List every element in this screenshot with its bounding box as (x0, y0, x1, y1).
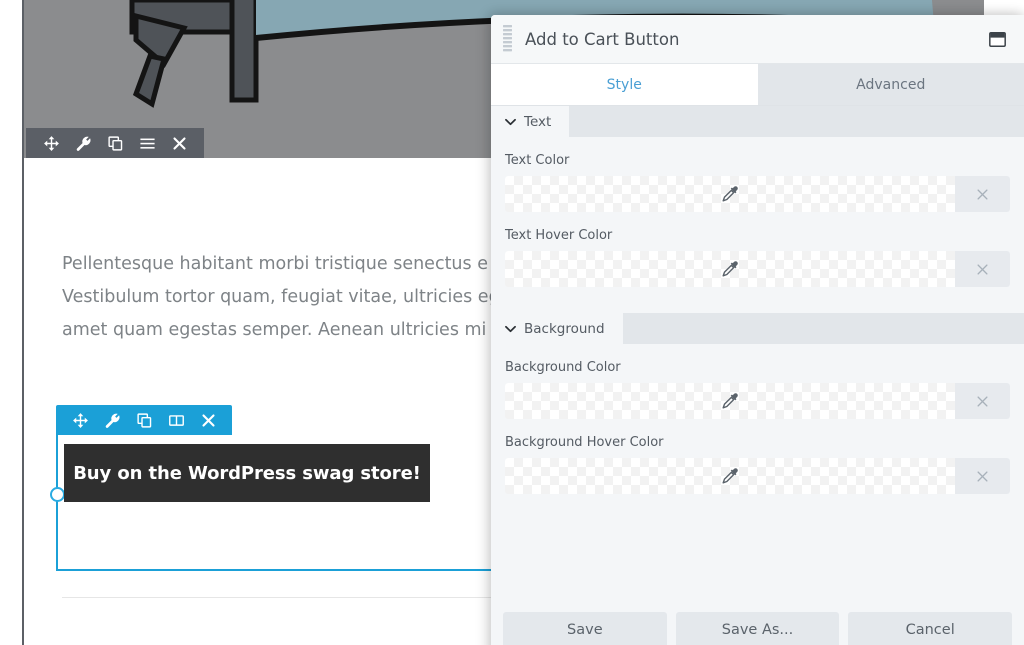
color-swatch[interactable] (505, 458, 955, 494)
move-icon[interactable] (64, 405, 96, 435)
section-tab-text[interactable]: Text (491, 106, 569, 137)
clear-x-icon[interactable] (955, 383, 1010, 419)
move-icon[interactable] (35, 128, 67, 158)
modal-body: Text Text Color (491, 106, 1024, 600)
section-title-background: Background (524, 321, 605, 337)
color-swatch[interactable] (505, 383, 955, 419)
field-label-text-color: Text Color (505, 153, 1010, 168)
close-icon[interactable] (163, 128, 195, 158)
settings-modal: Add to Cart Button Style Advanced (491, 15, 1024, 645)
clear-x-icon[interactable] (955, 251, 1010, 287)
tab-advanced[interactable]: Advanced (758, 64, 1024, 105)
field-text-hover-color (505, 251, 1010, 287)
modal-title: Add to Cart Button (525, 30, 679, 49)
columns-icon[interactable] (160, 405, 192, 435)
clear-x-icon[interactable] (955, 176, 1010, 212)
menu-icon[interactable] (131, 128, 163, 158)
duplicate-icon[interactable] (128, 405, 160, 435)
drag-grip-icon[interactable] (495, 15, 519, 64)
cancel-button[interactable]: Cancel (848, 612, 1012, 645)
save-as-button[interactable]: Save As... (676, 612, 840, 645)
module-toolbar[interactable] (56, 405, 232, 435)
page-left-border (22, 0, 24, 645)
section-tab-background[interactable]: Background (491, 313, 623, 344)
field-label-background-color: Background Color (505, 360, 1010, 375)
tab-style[interactable]: Style (491, 64, 758, 105)
field-text-color (505, 176, 1010, 212)
close-icon[interactable] (192, 405, 224, 435)
modal-footer: Save Save As... Cancel (491, 600, 1024, 645)
add-to-cart-button-label: Buy on the WordPress swag store! (73, 463, 421, 484)
modal-header-actions (984, 26, 1024, 52)
modal-tabs: Style Advanced (491, 64, 1024, 106)
row-toolbar[interactable] (26, 128, 204, 158)
drag-grip-glyph (503, 25, 512, 53)
wrench-icon[interactable] (67, 128, 99, 158)
wrench-icon[interactable] (96, 405, 128, 435)
clear-x-icon[interactable] (955, 458, 1010, 494)
color-swatch[interactable] (505, 251, 955, 287)
eyedropper-icon (720, 184, 740, 204)
save-button[interactable]: Save (503, 612, 667, 645)
section-title-text: Text (524, 114, 551, 130)
field-background-hover-color (505, 458, 1010, 494)
section-fields-text: Text Color Text Hover Color (491, 137, 1024, 313)
eyedropper-icon (720, 259, 740, 279)
duplicate-icon[interactable] (99, 128, 131, 158)
section-header-background: Background (491, 313, 1024, 344)
field-background-color (505, 383, 1010, 419)
eyedropper-icon (720, 391, 740, 411)
chevron-down-icon (505, 118, 516, 126)
chevron-down-icon (505, 325, 516, 333)
section-header-text: Text (491, 106, 1024, 137)
color-swatch[interactable] (505, 176, 955, 212)
section-fields-background: Background Color Background Hove (491, 344, 1024, 520)
dock-window-icon[interactable] (984, 26, 1010, 52)
app-root: Pellentesque habitant morbi tristique se… (0, 0, 1024, 645)
resize-handle[interactable] (50, 487, 65, 502)
field-label-background-hover-color: Background Hover Color (505, 435, 1010, 450)
modal-header: Add to Cart Button (491, 15, 1024, 64)
add-to-cart-button[interactable]: Buy on the WordPress swag store! (64, 444, 430, 502)
eyedropper-icon (720, 466, 740, 486)
field-label-text-hover-color: Text Hover Color (505, 228, 1010, 243)
